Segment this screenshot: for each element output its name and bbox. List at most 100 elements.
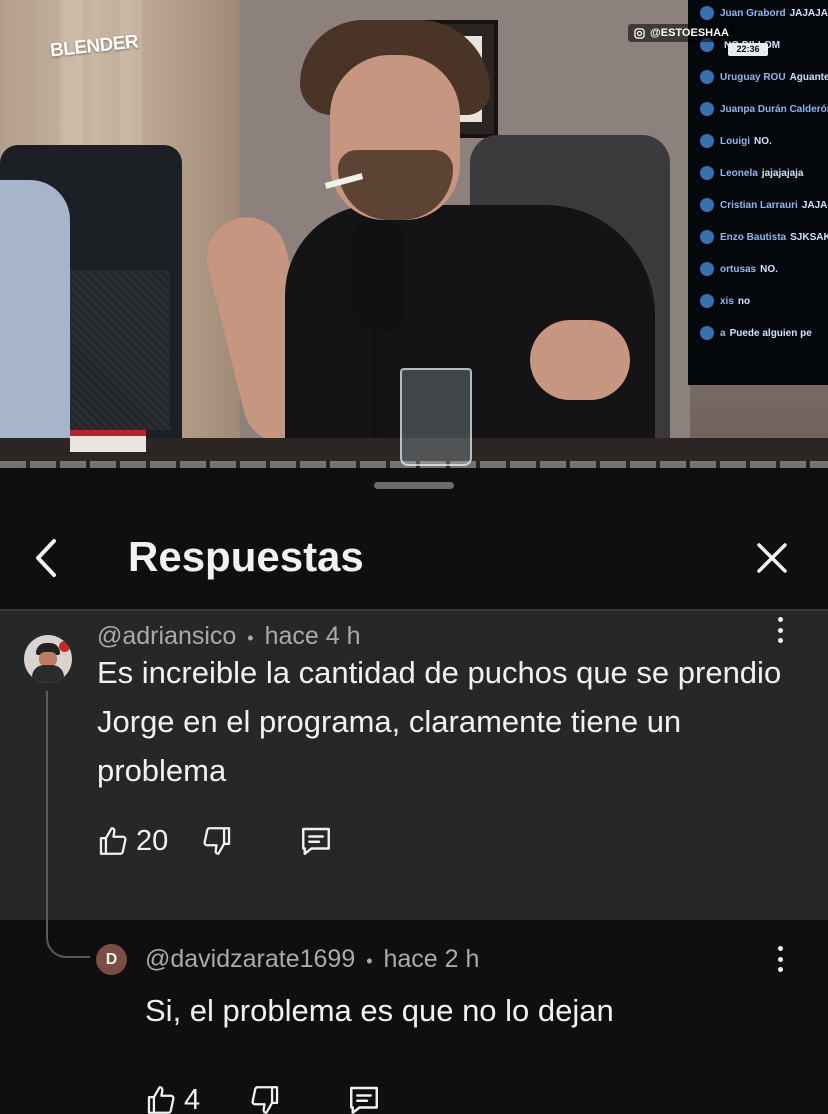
thumbs-down-icon	[203, 827, 231, 855]
chat-body: jajajajaja	[761, 167, 804, 179]
meta-separator: •	[366, 951, 373, 971]
chat-body: NO.	[760, 263, 778, 275]
close-button[interactable]	[748, 528, 796, 588]
chat-text: Juanpa Durán Calderón	[720, 104, 828, 115]
like-count: 20	[136, 824, 169, 857]
like-button[interactable]: 20	[96, 824, 168, 858]
back-button[interactable]	[26, 528, 66, 588]
thumbs-up-icon	[99, 827, 127, 855]
chat-message: Juan Grabord JAJAJA	[700, 2, 828, 24]
chat-body: no	[737, 295, 751, 307]
stream-time: 22:36	[728, 43, 768, 56]
chat-avatar	[700, 262, 714, 276]
man-hand	[530, 320, 630, 400]
chat-avatar	[700, 326, 714, 340]
video-progress-bar[interactable]	[0, 461, 828, 468]
reply-button[interactable]	[346, 1082, 382, 1114]
chat-message: Louigi NO.	[700, 130, 772, 152]
chat-text: Juan Grabord JAJAJA	[720, 8, 828, 19]
comment-actions: 4	[144, 1078, 382, 1114]
chat-body: Aguante	[789, 71, 828, 83]
instagram-handle: @ESTOESHAA	[650, 27, 729, 39]
chat-text: a Puede alguien pe	[720, 328, 812, 339]
chat-message: Cristian Larrauri JAJA	[700, 194, 827, 216]
chat-author: Uruguay ROU	[720, 71, 786, 83]
comment-icon	[350, 1086, 379, 1114]
chat-avatar	[700, 70, 714, 84]
comment-meta: @davidzarate1699 • hace 2 h	[145, 937, 479, 983]
chevron-left-icon	[36, 539, 56, 577]
chat-body: JAJA	[801, 199, 828, 211]
dislike-button[interactable]	[248, 1083, 282, 1114]
chat-avatar	[700, 198, 714, 212]
page-title: Respuestas	[128, 533, 364, 580]
comment-text: Si, el problema es que no lo dejan	[145, 993, 614, 1028]
chat-text: Enzo Bautista SJKSAK	[720, 232, 828, 243]
chat-message: Uruguay ROU Aguante	[700, 66, 828, 88]
chat-author: Juan Grabord	[720, 7, 786, 19]
comment-menu-button[interactable]	[770, 942, 790, 976]
meta-separator: •	[247, 628, 254, 648]
chat-message: Juanpa Durán Calderón	[700, 98, 828, 120]
chat-text: Louigi NO.	[720, 136, 772, 147]
person-left-shoulder	[0, 180, 70, 450]
parent-comment: @adriansico • hace 4 h Es increible la c…	[0, 611, 828, 941]
avatar[interactable]	[24, 635, 72, 683]
comment-author[interactable]: @davidzarate1699	[145, 945, 355, 973]
chat-text: ortusas NO.	[720, 264, 778, 275]
chat-message: xis no	[700, 290, 750, 312]
comment-menu-button[interactable]	[770, 613, 790, 647]
chat-body: JAJAJA	[789, 7, 828, 19]
sheet-header: Respuestas	[0, 508, 828, 608]
chat-avatar	[700, 134, 714, 148]
chat-avatar	[700, 6, 714, 20]
chat-author: ortusas	[720, 263, 757, 275]
reply-button[interactable]	[298, 823, 334, 859]
close-icon	[757, 543, 787, 573]
chat-message: Leonela jajajajaja	[700, 162, 804, 184]
chat-avatar	[700, 294, 714, 308]
chat-text: Leonela jajajajaja	[720, 168, 804, 179]
chat-body: NO.	[754, 135, 772, 147]
chat-avatar	[700, 166, 714, 180]
instagram-tag: @ESTOESHAA	[628, 24, 735, 42]
comment-author[interactable]: @adriansico	[97, 622, 236, 650]
water-glass	[400, 368, 472, 466]
chat-author: Louigi	[720, 135, 750, 147]
chat-text: xis no	[720, 296, 750, 307]
like-button[interactable]: 4	[144, 1083, 200, 1114]
chat-body: SJKSAK	[790, 231, 828, 243]
drag-handle[interactable]	[374, 482, 454, 489]
chat-text: Uruguay ROU Aguante	[720, 72, 828, 83]
comment-text: Es increible la cantidad de puchos que s…	[97, 655, 782, 788]
chat-author: xis	[720, 295, 734, 307]
cigarette-pack	[70, 430, 146, 452]
chat-author: a	[720, 327, 726, 339]
comment-time: hace 4 h	[264, 622, 361, 650]
chat-avatar	[700, 102, 714, 116]
chat-message: ortusas NO.	[700, 258, 778, 280]
thumbs-down-icon	[251, 1086, 279, 1114]
chat-message: a Puede alguien pe	[700, 322, 812, 344]
chat-author: Cristian Larrauri	[720, 199, 798, 211]
comment-actions: 20	[96, 819, 334, 863]
comment-time: hace 2 h	[383, 945, 480, 973]
chat-body: Puede alguien pe	[729, 327, 812, 339]
reply-comment: D @davidzarate1699 • hace 2 h Si, el pro…	[0, 918, 828, 1114]
dislike-button[interactable]	[200, 824, 234, 858]
microphone	[352, 220, 404, 330]
chat-author: Juanpa Durán Calderón	[720, 103, 828, 115]
instagram-icon	[634, 27, 645, 39]
thumbs-up-icon	[147, 1086, 175, 1114]
like-count: 4	[184, 1083, 201, 1114]
chat-message: Enzo Bautista SJKSAK	[700, 226, 828, 248]
thread-line	[46, 691, 48, 941]
thread-connector	[46, 918, 90, 958]
video-player[interactable]: Juan GrabordJAJAJANO DILLOMUruguay ROUAg…	[0, 0, 828, 468]
chat-author: Leonela	[720, 167, 758, 179]
chat-avatar	[700, 230, 714, 244]
chat-author: Enzo Bautista	[720, 231, 787, 243]
avatar[interactable]: D	[96, 944, 127, 975]
replies-sheet: Respuestas @adriansico • hace 4 h Es inc…	[0, 468, 828, 1114]
comment-icon	[302, 827, 331, 855]
